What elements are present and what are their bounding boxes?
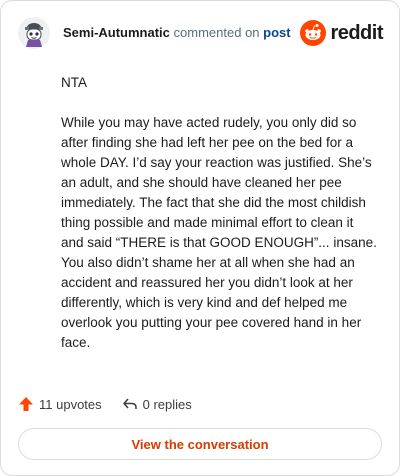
comment-footer: 11 upvotes 0 replies [18, 393, 192, 415]
reddit-brand[interactable]: reddit [300, 20, 383, 46]
post-link[interactable]: post [263, 25, 290, 40]
byline: Semi-Autumnatic commented on post [63, 24, 300, 42]
comment-embed-card: Semi-Autumnatic commented on post reddit… [0, 0, 400, 476]
reddit-wordmark: reddit [330, 21, 383, 44]
comment-paragraph: While you may have acted rudely, you onl… [61, 115, 377, 350]
comment-header: Semi-Autumnatic commented on post reddit [17, 15, 383, 51]
reply-arrow-icon [122, 398, 137, 409]
username[interactable]: Semi-Autumnatic [63, 25, 170, 40]
reddit-logo-icon [300, 20, 327, 46]
byline-verb: commented on [173, 25, 260, 40]
replies-count: 0 replies [142, 396, 192, 412]
replies-stat[interactable]: 0 replies [122, 396, 192, 412]
upvote-arrow-icon [19, 397, 33, 411]
upvotes-count: 11 upvotes [39, 396, 102, 412]
avatar-icon[interactable] [17, 16, 51, 50]
comment-paragraph: NTA [61, 75, 87, 90]
view-conversation-button[interactable]: View the conversation [18, 428, 382, 460]
comment-body: NTA While you may have acted rudely, you… [61, 73, 379, 373]
upvotes-stat[interactable]: 11 upvotes [18, 396, 102, 412]
